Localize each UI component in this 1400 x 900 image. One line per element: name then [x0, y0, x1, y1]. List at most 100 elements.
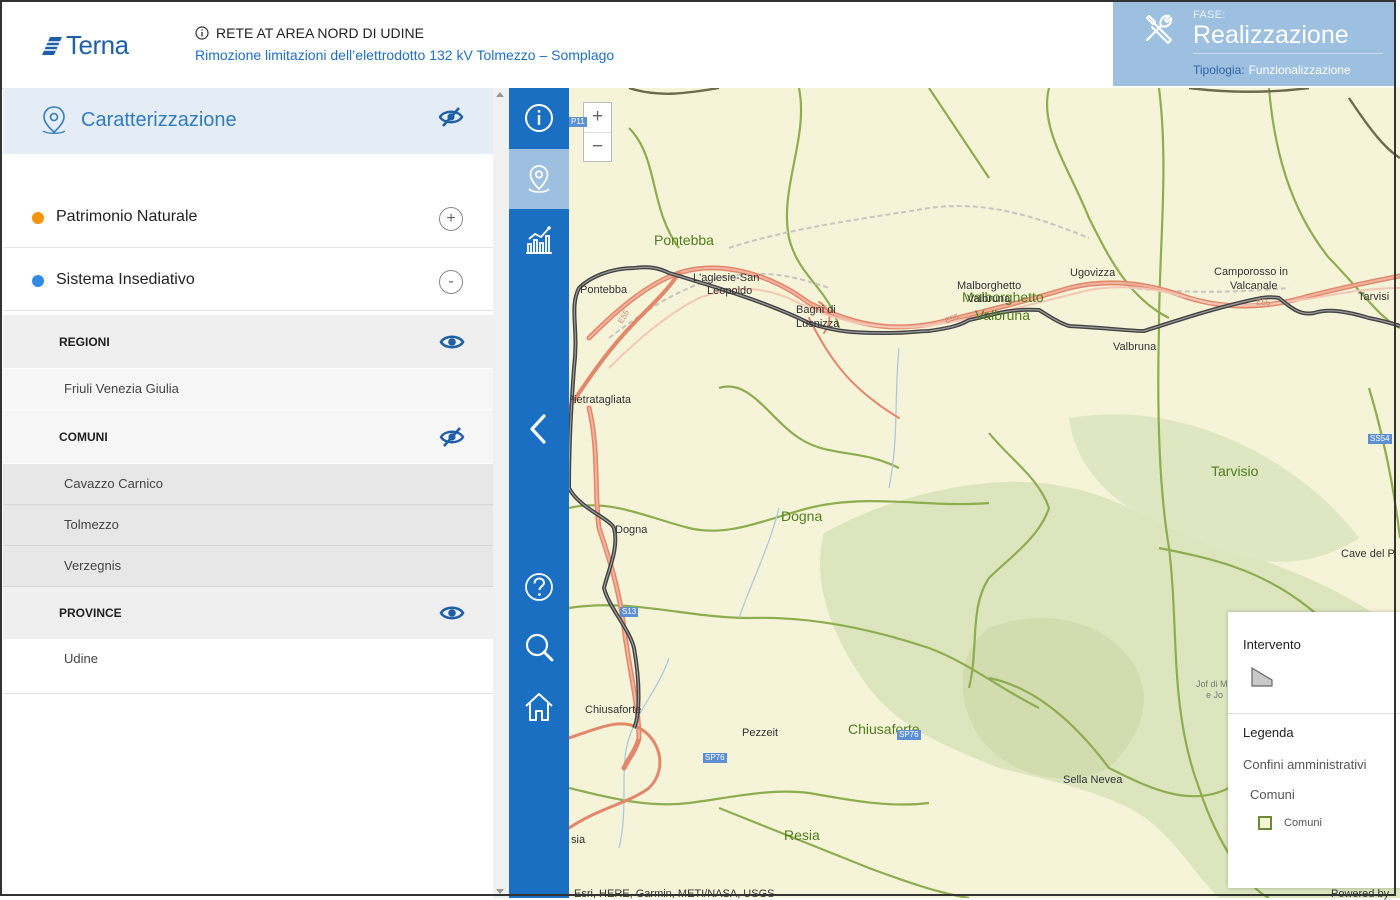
home-button[interactable] [509, 677, 569, 737]
type-label: Tipologia: [1193, 63, 1245, 77]
item-label: Cavazzo Carnico [64, 476, 163, 491]
list-item[interactable]: Verzegnis [3, 546, 493, 587]
list-item[interactable]: Cavazzo Carnico [3, 464, 493, 505]
group-province: PROVINCE [3, 587, 493, 639]
eye-off-icon[interactable] [437, 105, 465, 129]
phase-label: FASE: [1193, 9, 1226, 21]
phase-box: FASE: Realizzazione Tipologia: Funzionali… [1113, 2, 1396, 86]
info-button[interactable] [509, 88, 569, 148]
panel-scrollbar[interactable] [493, 88, 509, 898]
chart-icon [526, 226, 552, 254]
group-label: PROVINCE [59, 606, 122, 620]
terna-logo-icon [42, 36, 62, 55]
category-patrimonio-naturale[interactable]: Patrimonio Naturale + [3, 189, 493, 248]
zoom-out-button[interactable]: − [584, 133, 611, 162]
place-label: Pontebba [654, 232, 714, 248]
project-title[interactable]: Rimozione limitazioni dell’elettrodotto … [195, 47, 614, 63]
place-label: Valcanale [1230, 280, 1278, 292]
category-label: Sistema Insediativo [56, 271, 195, 288]
place-label: Tarvisio [1211, 463, 1259, 479]
zoom-control: + − [583, 102, 612, 162]
group-label: REGIONI [59, 335, 110, 349]
place-label: L'aglesie-San [693, 272, 760, 284]
map-attribution: Esri, HERE, Garmin, METI/NASA, USGS [574, 888, 775, 900]
map-pin-icon [42, 106, 66, 134]
place-label: Pietratagliata [571, 394, 631, 406]
place-label: Tarvisi [1358, 291, 1390, 303]
place-label: Dogna [615, 524, 648, 536]
railway [728, 205, 1090, 249]
place-label: Pezzeit [742, 727, 779, 739]
place-label: Valbruna [1113, 341, 1157, 353]
chevron-left-icon [530, 414, 546, 444]
scroll-up-arrow[interactable] [496, 92, 504, 97]
place-label: Jof di M [1196, 679, 1228, 689]
place-label: Ugovizza [1070, 267, 1116, 279]
place-label: sia [571, 834, 586, 846]
search-button[interactable] [509, 617, 569, 677]
zoom-in-button[interactable]: + [584, 103, 611, 133]
place-label: Valbruna [967, 293, 1011, 305]
item-label: Tolmezzo [64, 517, 119, 532]
collapse-button[interactable]: - [439, 270, 463, 294]
road-shield: SP76 [897, 730, 921, 740]
chart-button[interactable] [509, 210, 569, 270]
place-label: Lusnizza [796, 318, 840, 330]
eye-off-icon[interactable] [438, 425, 466, 449]
region-border [628, 88, 1400, 160]
panel-header: Caratterizzazione [3, 88, 493, 154]
legend-section: Confini amministrativi [1243, 757, 1367, 772]
group-comuni: COMUNI [3, 410, 493, 463]
caratterizzazione-button[interactable] [509, 149, 569, 209]
eye-icon[interactable] [438, 330, 466, 354]
road-shield: P11 [569, 117, 587, 127]
category-label: Patrimonio Naturale [56, 208, 198, 225]
category-sistema-insediativo[interactable]: Sistema Insediativo - [3, 252, 493, 311]
help-button[interactable] [509, 557, 569, 617]
place-label: Bagni di [796, 304, 836, 316]
road-shield: SS54 [1368, 434, 1392, 444]
area-label: RETE AT AREA NORD DI UDINE [216, 25, 424, 41]
place-label: e Jo [1206, 690, 1224, 700]
panel-title: Caratterizzazione [81, 109, 237, 131]
app-header: Terna RETE AT AREA NORD DI UDINE Rimozio… [0, 0, 1400, 89]
type-line: Tipologia: Funzionalizzazione [1193, 63, 1351, 77]
home-icon [525, 693, 553, 721]
place-label: Dogna [781, 508, 823, 524]
characterization-panel: Caratterizzazione Patrimonio Naturale + … [3, 88, 493, 898]
place-label: Resia [784, 827, 820, 843]
project-area: RETE AT AREA NORD DI UDINE [195, 25, 424, 41]
map-pin-icon [528, 165, 550, 193]
list-item[interactable]: Udine [3, 639, 493, 694]
tools-icon [1145, 14, 1173, 45]
item-label: Friuli Venezia Giulia [64, 381, 179, 396]
list-item[interactable]: Tolmezzo [3, 505, 493, 546]
place-label: Pontebba [580, 284, 628, 296]
category-dot [32, 275, 44, 287]
category-dot [32, 212, 44, 224]
item-label: Udine [64, 651, 98, 666]
search-icon [525, 633, 554, 662]
expand-button[interactable]: + [439, 207, 463, 231]
info-icon [195, 26, 209, 40]
legend-layer: Comuni [1250, 787, 1295, 802]
help-icon [525, 573, 553, 601]
terna-logo[interactable]: Terna [40, 30, 129, 61]
place-label: Cave del P [1341, 548, 1395, 560]
scroll-down-arrow[interactable] [496, 889, 504, 894]
place-label: Leopoldo [707, 285, 753, 297]
place-label: Chiusaforte [585, 704, 642, 716]
phase-value: Realizzazione [1193, 21, 1349, 49]
eye-icon[interactable] [438, 601, 466, 625]
legend-divider [1228, 713, 1400, 714]
road-shield: S13 [620, 607, 639, 617]
type-value: Funzionalizzazione [1248, 63, 1351, 77]
logo-text: Terna [66, 30, 129, 60]
collapse-panel-button[interactable] [509, 399, 569, 459]
list-item[interactable]: Friuli Venezia Giulia [3, 369, 493, 409]
intervento-symbol-icon [1251, 666, 1273, 687]
place-label: Valbruna [975, 307, 1031, 323]
road-shield: E55 [1256, 298, 1271, 307]
group-regioni: REGIONI [3, 315, 493, 368]
powered-by[interactable]: Powered by [1331, 888, 1389, 900]
